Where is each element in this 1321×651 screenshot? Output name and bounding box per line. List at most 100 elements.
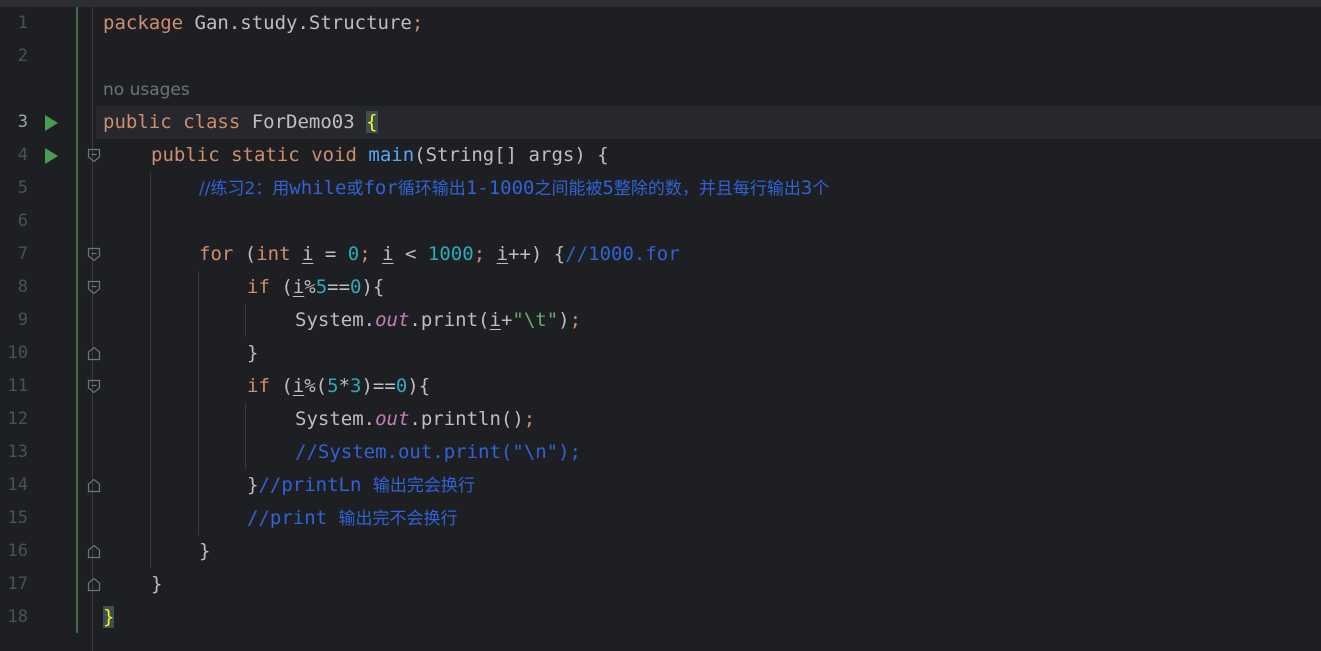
line-number: 17 (7, 574, 28, 594)
line-content[interactable]: }//printLn 输出完会换行 (247, 469, 475, 503)
comment: 或 (346, 179, 364, 199)
punct: = (313, 243, 348, 265)
number: 5 (327, 375, 339, 397)
line-number: 5 (17, 178, 28, 198)
keyword: package (103, 12, 184, 34)
line-number: 8 (17, 277, 28, 297)
semicolon: ; (523, 408, 536, 430)
code-line: 8 if (i%5==0){ (0, 271, 1321, 304)
punct: ( (269, 276, 293, 298)
line-number: 7 (17, 244, 28, 264)
keyword: public (103, 111, 172, 133)
comment: 个 (812, 179, 830, 199)
fold-open-icon[interactable] (87, 247, 101, 262)
brace: } (247, 474, 259, 496)
code-line: 12 System.out.println(); (0, 403, 1321, 436)
line-number: 18 (7, 607, 28, 627)
line-content[interactable]: System.out.println(); (295, 403, 535, 436)
comment: //1000.for (565, 243, 680, 265)
line-content[interactable]: //print 输出完不会换行 (247, 502, 458, 536)
text: .print( (409, 309, 490, 331)
code-line: 7 for (int i = 0; i < 1000; i++) {//1000… (0, 238, 1321, 271)
params: (String[] args) { (414, 144, 609, 166)
line-content[interactable]: } (151, 568, 162, 601)
inlay-hint-row: no usages (0, 74, 1321, 107)
fold-end-icon[interactable] (87, 577, 101, 592)
run-icon[interactable] (45, 115, 58, 131)
code-line: 10 } (0, 337, 1321, 370)
text: System. (295, 408, 376, 430)
line-number: 16 (7, 541, 28, 561)
line-number: 4 (17, 145, 28, 165)
line-number: 13 (7, 442, 28, 462)
semicolon: ; (569, 309, 582, 331)
comment: 1-1000 (465, 177, 535, 199)
line-number: 9 (17, 310, 28, 330)
fold-open-icon[interactable] (87, 379, 101, 394)
class-name: ForDemo03 (240, 111, 367, 133)
line-content[interactable]: //练习2：用while或for循环输出1-1000之间能被5整除的数，并且每行… (199, 172, 829, 206)
keyword: static (231, 144, 300, 166)
comment: 之间能被 (534, 179, 603, 199)
fold-open-icon[interactable] (87, 280, 101, 295)
line-content[interactable]: System.out.print(i+"\t"); (295, 304, 581, 337)
line-content[interactable]: //System.out.print("\n"); (295, 436, 581, 469)
code-line: 1 package Gan.study.Structure; (0, 7, 1321, 40)
text: ) (558, 309, 570, 331)
line-number: 15 (7, 508, 28, 528)
comment: while (289, 177, 347, 199)
variable: i (292, 276, 305, 298)
punct: ( (233, 243, 257, 265)
line-content[interactable]: if (i%5==0){ (247, 271, 384, 304)
line-content[interactable]: public static void main(String[] args) { (151, 139, 609, 172)
code-line: 18 } (0, 601, 1321, 634)
fold-open-icon[interactable] (87, 148, 101, 163)
code-line: 2 (0, 40, 1321, 73)
fold-end-icon[interactable] (87, 346, 101, 361)
comment: 3 (800, 177, 813, 199)
keyword: int (256, 243, 291, 265)
number: 0 (347, 243, 360, 265)
line-content[interactable]: } (247, 337, 258, 370)
code-line: 5 //练习2：用while或for循环输出1-1000之间能被5整除的数，并且… (0, 172, 1321, 205)
punct: % (304, 276, 316, 298)
code-line: 16 } (0, 535, 1321, 568)
code-line: 17 } (0, 568, 1321, 601)
number: 1000 (427, 243, 474, 265)
semicolon: ; (473, 243, 486, 265)
keyword: if (247, 276, 270, 298)
number: 3 (350, 375, 362, 397)
line-number: 14 (7, 475, 28, 495)
punct: ){ (361, 276, 385, 298)
matched-brace: { (366, 111, 378, 133)
keyword: void (311, 144, 357, 166)
number: 5 (315, 276, 328, 298)
line-content[interactable]: } (199, 535, 210, 568)
line-content[interactable]: if (i%(5*3)==0){ (247, 370, 430, 403)
line-content[interactable]: public class ForDemo03 { (103, 106, 378, 139)
line-content[interactable]: } (103, 601, 115, 634)
line-number: 10 (7, 343, 28, 363)
line-content[interactable]: package Gan.study.Structure; (103, 7, 423, 40)
text: + (500, 309, 513, 331)
line-number: 12 (7, 409, 28, 429)
no-usages-hint[interactable]: no usages (103, 74, 190, 107)
fold-end-icon[interactable] (87, 544, 101, 559)
line-content[interactable]: for (int i = 0; i < 1000; i++) {//1000.f… (199, 238, 680, 271)
brace: } (151, 573, 163, 595)
number: 0 (350, 276, 362, 298)
variable: i (489, 309, 501, 331)
code-line: 9 System.out.print(i+"\t"); (0, 304, 1321, 337)
punct: < (393, 243, 428, 265)
comment: 5 (602, 177, 614, 199)
punct: * (338, 375, 351, 397)
code-line: 4 public static void main(String[] args)… (0, 139, 1321, 172)
fold-end-icon[interactable] (87, 478, 101, 493)
comment: //printLn (258, 474, 373, 496)
comment: 输出完会换行 (372, 476, 475, 496)
variable: i (382, 243, 394, 265)
code-line: 6 (0, 205, 1321, 238)
run-icon[interactable] (45, 148, 58, 164)
keyword: for (199, 243, 234, 265)
